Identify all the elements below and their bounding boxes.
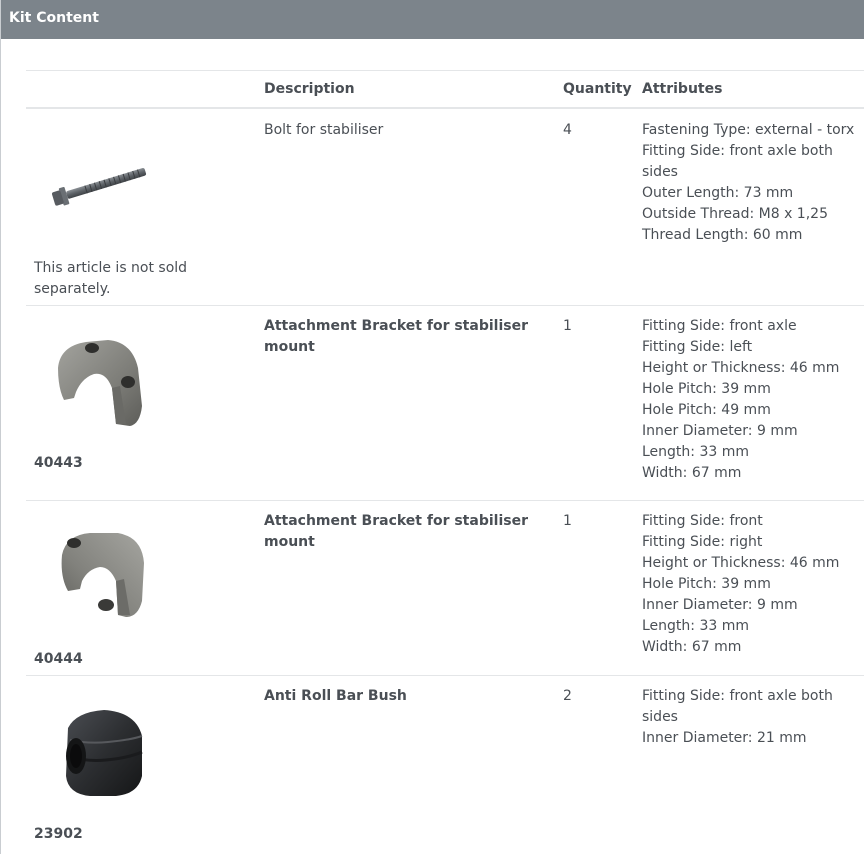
attribute-item: Length: 33 mm — [642, 444, 749, 460]
table-row: 40443 Attachment Bracket for stabiliser … — [26, 306, 864, 501]
bracket-right-image[interactable] — [46, 519, 156, 629]
bolt-image[interactable] — [46, 132, 156, 242]
attribute-item: Outer Length: 73 mm — [642, 185, 794, 201]
table-row: 40444 Attachment Bracket for stabiliser … — [26, 501, 864, 676]
row-attributes: Fitting Side: front Fitting Side: right … — [642, 511, 857, 658]
row-description: Bolt for stabiliser — [264, 122, 384, 138]
attribute-item: Hole Pitch: 39 mm — [642, 576, 771, 592]
row-attributes: Fitting Side: front axle Fitting Side: l… — [642, 316, 857, 484]
attribute-item: Fitting Side: front axle — [642, 318, 797, 334]
bush-image[interactable] — [46, 696, 156, 806]
kit-content-title: Kit Content — [9, 10, 99, 26]
attribute-item: Fastening Type: external - torx — [642, 122, 855, 138]
attribute-item: Fitting Side: front axle both sides — [642, 143, 833, 180]
attribute-item: Hole Pitch: 49 mm — [642, 402, 771, 418]
attribute-item: Thread Length: 60 mm — [642, 227, 803, 243]
table-header-row: Description Quantity Attributes — [26, 71, 864, 109]
bracket-left-image[interactable] — [46, 328, 156, 438]
row-description[interactable]: Attachment Bracket for stabiliser mount — [264, 511, 534, 553]
column-header-quantity: Quantity — [563, 81, 632, 97]
article-number[interactable]: 40443 — [34, 455, 83, 471]
attribute-item: Fitting Side: front — [642, 513, 763, 529]
attribute-item: Width: 67 mm — [642, 639, 742, 655]
attribute-item: Fitting Side: right — [642, 534, 763, 550]
attribute-item: Hole Pitch: 39 mm — [642, 381, 771, 397]
column-header-description: Description — [264, 81, 355, 97]
attribute-item: Height or Thickness: 46 mm — [642, 555, 840, 571]
table-row: 23902 Anti Roll Bar Bush 2 Fitting Side:… — [26, 676, 864, 854]
row-quantity: 1 — [563, 513, 572, 529]
attribute-item: Inner Diameter: 9 mm — [642, 423, 798, 439]
row-attributes: Fitting Side: front axle both sides Inne… — [642, 686, 857, 749]
article-number[interactable]: 40444 — [34, 651, 83, 667]
attribute-item: Inner Diameter: 21 mm — [642, 730, 807, 746]
attribute-item: Length: 33 mm — [642, 618, 749, 634]
attribute-item: Width: 67 mm — [642, 465, 742, 481]
attribute-item: Outside Thread: M8 x 1,25 — [642, 206, 828, 222]
panel-left-border — [0, 0, 1, 854]
attribute-item: Fitting Side: left — [642, 339, 753, 355]
attribute-item: Fitting Side: front axle both sides — [642, 688, 833, 725]
row-description[interactable]: Attachment Bracket for stabiliser mount — [264, 316, 534, 358]
table-row: This article is not sold separately. Bol… — [26, 110, 864, 306]
article-number[interactable]: 23902 — [34, 826, 83, 842]
column-header-attributes: Attributes — [642, 81, 723, 97]
row-attributes: Fastening Type: external - torx Fitting … — [642, 120, 857, 246]
attribute-item: Height or Thickness: 46 mm — [642, 360, 840, 376]
row-description[interactable]: Anti Roll Bar Bush — [264, 686, 534, 707]
row-quantity: 4 — [563, 122, 572, 138]
row-quantity: 2 — [563, 688, 572, 704]
row-quantity: 1 — [563, 318, 572, 334]
attribute-item: Inner Diameter: 9 mm — [642, 597, 798, 613]
kit-content-header: Kit Content — [1, 0, 864, 39]
not-sold-separately-note: This article is not sold separately. — [34, 260, 188, 297]
